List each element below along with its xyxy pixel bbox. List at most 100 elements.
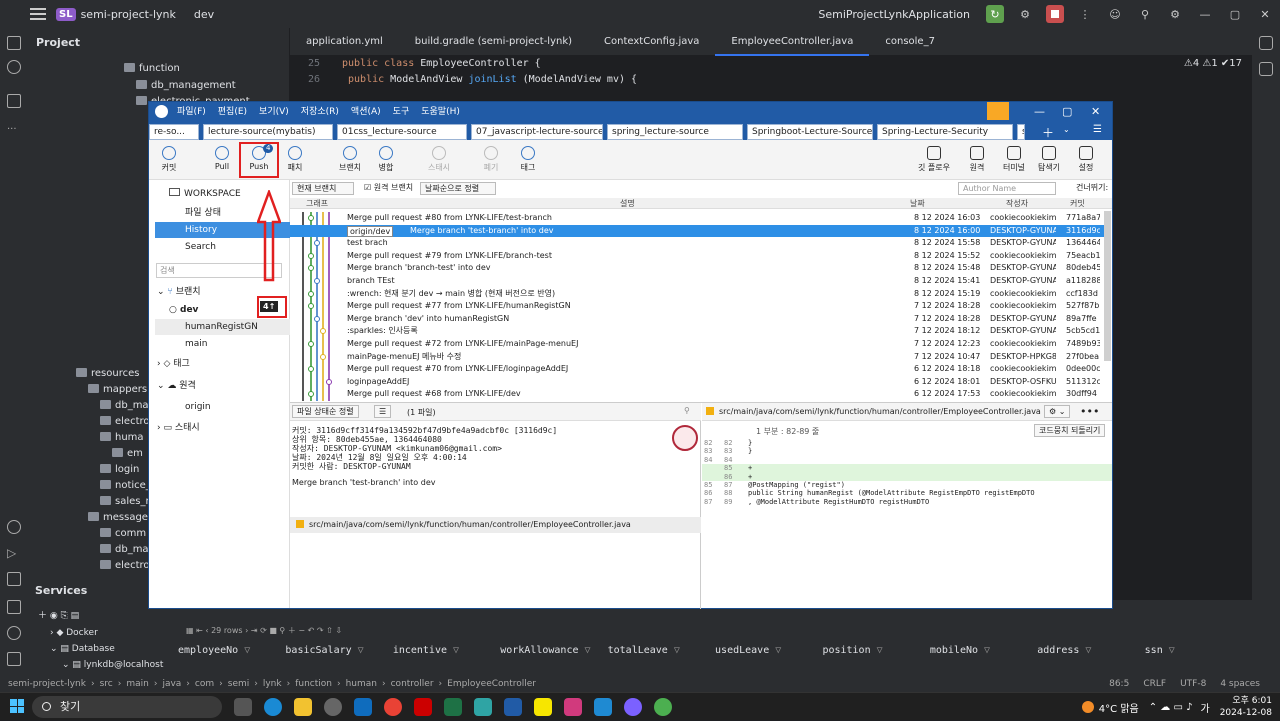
db-column-header[interactable]: incentive ▽ xyxy=(393,645,500,661)
branch-dev[interactable]: ○ dev xyxy=(169,302,198,318)
breadcrumb-item[interactable]: function xyxy=(295,679,332,689)
commit-row[interactable]: Merge branch 'dev' into humanRegistGN 7 1… xyxy=(290,313,1104,326)
tree-item[interactable]: db_ma xyxy=(100,542,149,558)
filter-icon[interactable]: ▽ xyxy=(238,645,250,656)
maximize-icon[interactable]: ▢ xyxy=(1062,102,1072,122)
rerun-icon[interactable]: ↻ xyxy=(986,5,1004,23)
repo-tab[interactable]: Springboot-Lecture-Source xyxy=(747,124,873,140)
filter-icon[interactable]: ▽ xyxy=(447,645,459,656)
tree-item[interactable]: resources xyxy=(76,366,139,382)
project-switcher[interactable]: semi-project-lynk xyxy=(81,8,176,21)
sidebar-file-status[interactable]: 파일 상태 xyxy=(185,205,221,221)
code-line[interactable]: 26 public ModelAndView joinList (ModelAn… xyxy=(290,72,637,88)
toolbar-arrow-down-circle-button[interactable]: Pull xyxy=(202,144,242,171)
commit-row[interactable]: Merge pull request #80 from LYNK-LIFE/te… xyxy=(290,212,1104,225)
minimize-icon[interactable]: — xyxy=(1034,102,1045,122)
netflix-icon[interactable] xyxy=(414,697,432,716)
toolbar-git-flow-button[interactable]: 깃 플로우 xyxy=(914,144,954,173)
db-column-header[interactable]: usedLeave ▽ xyxy=(715,645,822,661)
db-column-header[interactable]: address ▽ xyxy=(1037,645,1144,661)
toolbar-fetch-button[interactable]: 패치 xyxy=(275,144,315,173)
maven-icon[interactable] xyxy=(1259,62,1273,76)
breadcrumb-item[interactable]: lynk xyxy=(263,679,282,689)
tree-item[interactable]: mappers xyxy=(88,382,147,398)
tray-icons[interactable]: ⌃ ☁ ▭ ♪ xyxy=(1149,702,1193,713)
author-filter-input[interactable]: Author Name xyxy=(958,182,1056,195)
status-item[interactable]: 4 spaces xyxy=(1220,679,1260,689)
toolbar-merge-button[interactable]: 병합 xyxy=(366,144,406,173)
hamburger-icon[interactable]: ☰ xyxy=(1093,124,1102,135)
breadcrumb-item[interactable]: main xyxy=(126,679,149,689)
commit-row[interactable]: Merge pull request #79 from LYNK-LIFE/br… xyxy=(290,250,1104,263)
view-mode-dropdown[interactable]: ☰ xyxy=(374,405,392,418)
run-config-selector[interactable]: SemiProjectLynkApplication xyxy=(818,8,970,21)
diff-line[interactable]: 83 83 } xyxy=(702,447,1112,455)
tree-item[interactable]: db_management xyxy=(136,78,236,94)
file-sort-dropdown[interactable]: 파일 상태순 정렬 xyxy=(292,405,359,418)
diff-line[interactable]: 85 + xyxy=(702,464,1112,473)
col-description[interactable]: 설명 xyxy=(620,198,635,209)
db-column-header[interactable]: employeeNo ▽ xyxy=(178,645,285,661)
filter-icon[interactable]: ▽ xyxy=(978,645,990,656)
db-column-header[interactable]: ssn ▽ xyxy=(1145,645,1252,661)
tree-item[interactable]: function xyxy=(124,61,180,77)
branches-header[interactable]: ⌄ ⑂ 브랜치 xyxy=(157,284,201,300)
services-item-database[interactable]: ⌄ ▤ Database xyxy=(50,644,115,654)
repo-tab[interactable]: 01css_lecture-source xyxy=(337,124,467,140)
diff-line[interactable]: 86 + xyxy=(702,472,1112,481)
notifications-icon[interactable] xyxy=(1259,36,1273,50)
weather[interactable]: 4°C 맑음 xyxy=(1099,700,1139,715)
search-everywhere-icon[interactable]: ⚲ xyxy=(1136,5,1154,23)
ime-indicator[interactable]: 가 xyxy=(1200,700,1209,715)
edge-icon[interactable] xyxy=(264,697,282,716)
git-icon[interactable] xyxy=(7,652,21,666)
problems-icon[interactable] xyxy=(7,626,21,640)
settings-icon[interactable]: ⚙ xyxy=(1166,5,1184,23)
remote-origin[interactable]: origin xyxy=(185,399,211,415)
maps-icon[interactable] xyxy=(474,697,492,716)
structure-icon[interactable] xyxy=(7,94,21,108)
app-icon[interactable] xyxy=(324,697,342,716)
maximize-icon[interactable]: ▢ xyxy=(1226,5,1244,23)
menu-item[interactable]: 액션(A) xyxy=(351,102,381,122)
sort-dropdown[interactable]: 날짜순으로 정렬 xyxy=(420,182,496,195)
tree-item[interactable]: electro xyxy=(100,414,150,430)
branch-filter-dropdown[interactable]: 현재 브랜치 xyxy=(292,182,354,195)
tree-item[interactable]: comm xyxy=(100,526,146,542)
editor-tab[interactable]: application.yml xyxy=(290,28,399,56)
toolbar-folder-button[interactable]: 탐색기 xyxy=(1029,144,1069,173)
folder-icon[interactable] xyxy=(7,36,21,50)
menu-item[interactable]: 저장소(R) xyxy=(301,102,339,122)
col-graph[interactable]: 그래프 xyxy=(306,198,328,209)
search-icon[interactable]: ⚲ xyxy=(684,406,690,415)
repo-tab[interactable]: 07_javascript-lecture-source xyxy=(471,124,603,140)
diff-line[interactable]: 87 89 , @ModelAttribute RegistHumDTO regi… xyxy=(702,498,1112,506)
explorer-icon[interactable] xyxy=(294,697,312,716)
terminal-icon[interactable] xyxy=(7,600,21,614)
diff-more-icon[interactable]: ••• xyxy=(1080,405,1099,418)
windows-start-icon[interactable] xyxy=(10,699,24,713)
breadcrumb-item[interactable]: src xyxy=(100,679,113,689)
tree-item[interactable]: huma xyxy=(100,430,144,446)
close-icon[interactable]: ✕ xyxy=(1256,5,1274,23)
menu-item[interactable]: 보기(V) xyxy=(259,102,289,122)
diff-settings-icon[interactable]: ⚙ ⌄ xyxy=(1044,405,1071,418)
more-icon[interactable]: ⋮ xyxy=(1076,5,1094,23)
filter-icon[interactable]: ▽ xyxy=(668,645,680,656)
toolbar-plus-circle-button[interactable]: 커밋 xyxy=(149,144,189,173)
debug-icon[interactable]: ⚙ xyxy=(1016,5,1034,23)
breadcrumb-item[interactable]: human xyxy=(346,679,377,689)
commit-row[interactable]: test brach 8 12 2024 15:58 DESKTOP-GYUNAI 1… xyxy=(290,237,1104,250)
nav-icons[interactable]: › ⇥ ⟳ ■ ⚲ ＋ − ↶ ↷ ⇧ ⇩ xyxy=(245,626,342,635)
mail-icon[interactable] xyxy=(354,697,372,716)
copilot-icon[interactable] xyxy=(624,697,642,716)
stash-header[interactable]: › ▭ 스태시 xyxy=(157,420,200,436)
tree-item[interactable]: sales_r xyxy=(100,494,150,510)
diff-line[interactable]: 85 87 @PostMapping ("regist") xyxy=(702,481,1112,489)
table-icon[interactable]: ▦ ⇤ ‹ xyxy=(186,626,211,635)
sourcetree-icon[interactable] xyxy=(504,697,522,716)
repo-tab[interactable]: Spring-Lecture-Security xyxy=(877,124,1013,140)
status-item[interactable]: CRLF xyxy=(1143,679,1166,689)
kakaotalk-icon[interactable] xyxy=(534,697,552,716)
repo-tab[interactable]: re-so... xyxy=(149,124,199,140)
